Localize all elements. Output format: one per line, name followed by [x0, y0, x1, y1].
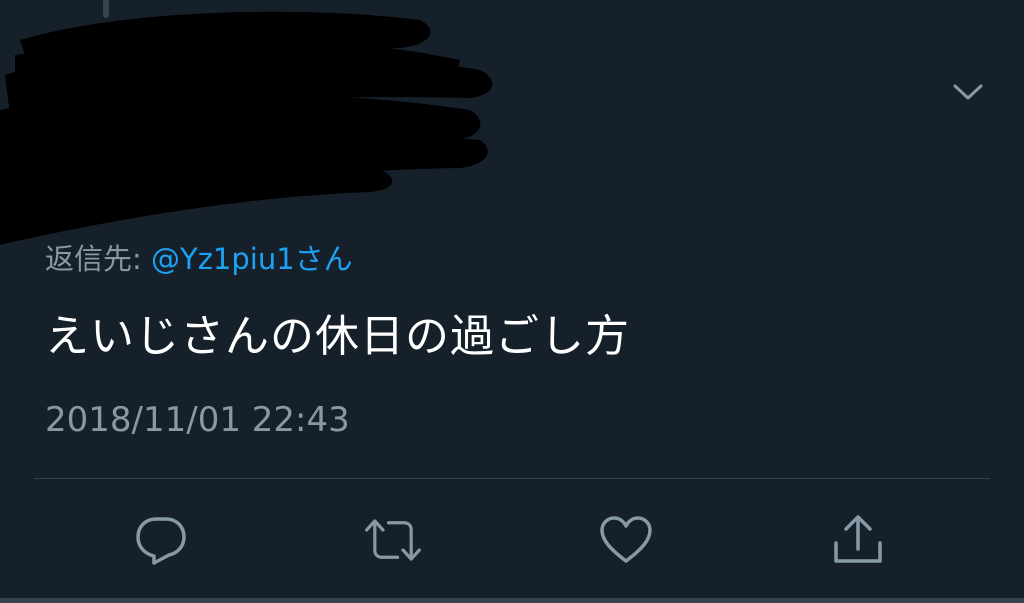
like-button[interactable]	[596, 510, 656, 570]
tweet-card: 返信先: @Yz1piu1さん えいじさんの休日の過ごし方 2018/11/01…	[0, 0, 1024, 603]
retweet-button[interactable]	[363, 510, 423, 570]
reply-to-line: 返信先: @Yz1piu1さん	[45, 236, 353, 278]
more-options-button[interactable]	[946, 74, 990, 110]
reply-to-label: 返信先:	[45, 242, 151, 276]
share-icon	[834, 515, 882, 563]
bottom-border	[0, 598, 1024, 603]
divider	[34, 478, 990, 479]
reply-icon	[136, 517, 186, 565]
tweet-text: えいじさんの休日の過ごし方	[45, 311, 630, 362]
share-button[interactable]	[828, 510, 888, 570]
redacted-author-scribble	[0, 11, 493, 245]
heart-icon	[600, 516, 652, 563]
retweet-icon	[365, 519, 421, 561]
reply-to-handle-link[interactable]: @Yz1piu1さん	[151, 242, 353, 276]
chevron-down-icon	[953, 84, 983, 100]
tweet-timestamp: 2018/11/01 22:43	[45, 400, 350, 440]
reply-button[interactable]	[131, 510, 191, 570]
